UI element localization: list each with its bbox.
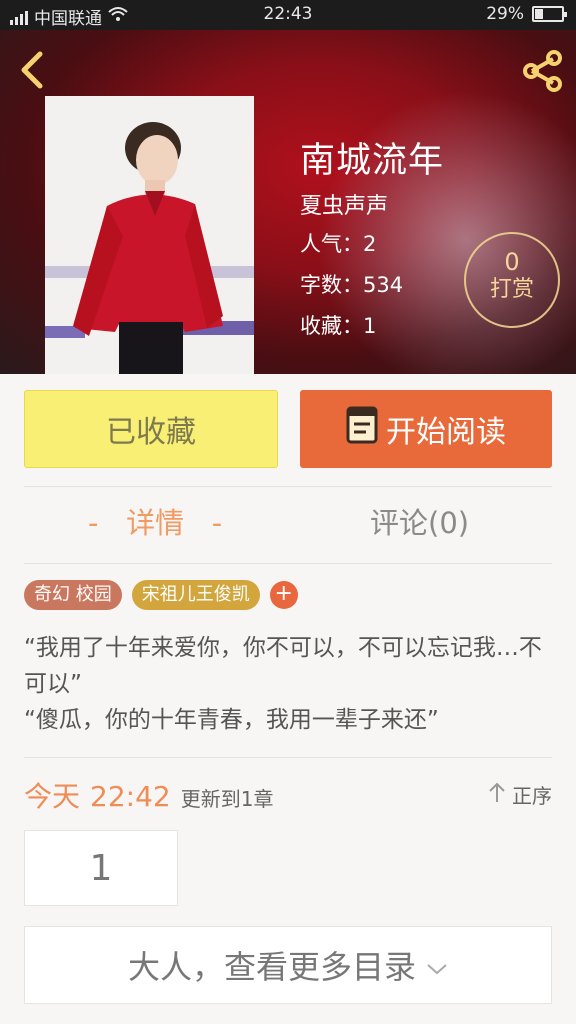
update-day: 今天 (24, 780, 81, 813)
popularity-stat: 人气：2 (300, 232, 377, 256)
book-cover-image (45, 96, 254, 374)
book-header: 南城流年 夏虫声声 人气：2 字数：534 收藏：1 0 打赏 (0, 30, 576, 374)
tag-list: 奇幻 校园 宋祖儿王俊凯 + (24, 580, 298, 610)
summary-line: “傻瓜，你的十年青春，我用一辈子来还” (24, 707, 439, 733)
tab-detail[interactable]: - 详情 - (88, 500, 222, 542)
reward-count: 0 (504, 248, 520, 276)
more-catalog-label: 大人，查看更多目录 (127, 948, 416, 986)
chapter-item[interactable]: 1 (24, 830, 178, 906)
update-info: 今天 22:42 更新到1章 (24, 775, 273, 815)
book-author[interactable]: 夏虫声声 (300, 192, 444, 222)
sort-order-label: 正序 (512, 784, 552, 808)
chevron-left-icon (21, 51, 43, 89)
tab-detail-label: 详情 (126, 506, 185, 540)
sort-order-button[interactable]: 正序 (488, 780, 552, 809)
share-button[interactable] (520, 48, 566, 94)
start-reading-label: 开始阅读 (386, 415, 506, 450)
share-icon (523, 50, 562, 92)
chapter-number: 1 (89, 847, 113, 889)
book-summary: “我用了十年来爱你，你不可以，不可以忘记我…不可以” “傻瓜，你的十年青春，我用… (24, 630, 552, 738)
battery-icon (532, 6, 567, 22)
reward-button[interactable]: 0 打赏 (464, 232, 560, 328)
start-reading-button[interactable]: 开始阅读 (300, 390, 552, 468)
tab-comments[interactable]: 评论(0) (370, 500, 469, 542)
word-count-stat: 字数：534 (300, 273, 404, 297)
reward-label: 打赏 (489, 277, 534, 302)
back-button[interactable] (14, 50, 50, 90)
tag-characters[interactable]: 宋祖儿王俊凯 (131, 580, 260, 610)
favorited-label: 已收藏 (106, 415, 196, 450)
add-tag-button[interactable]: + (269, 581, 298, 609)
tab-comments-label: 评论(0) (370, 506, 470, 540)
status-bar: 中国联通 22:43 29% (0, 0, 576, 30)
tag-genre[interactable]: 奇幻 校园 (24, 580, 122, 610)
arrow-up-icon (488, 781, 506, 808)
favorites-stat: 收藏：1 (300, 314, 377, 338)
chevron-down-icon (426, 946, 448, 984)
summary-line: “我用了十年来爱你，你不可以，不可以忘记我…不可以” (24, 635, 542, 697)
update-time: 22:42 (90, 780, 171, 813)
book-icon (346, 406, 378, 452)
battery-percent: 29% (486, 4, 524, 24)
more-catalog-button[interactable]: 大人，查看更多目录 (24, 926, 552, 1004)
book-title: 南城流年 (300, 141, 445, 181)
favorited-button[interactable]: 已收藏 (24, 390, 278, 468)
update-text: 更新到1章 (180, 787, 274, 811)
book-info: 南城流年 夏虫声声 人气：2 字数：534 收藏：1 (300, 140, 444, 345)
